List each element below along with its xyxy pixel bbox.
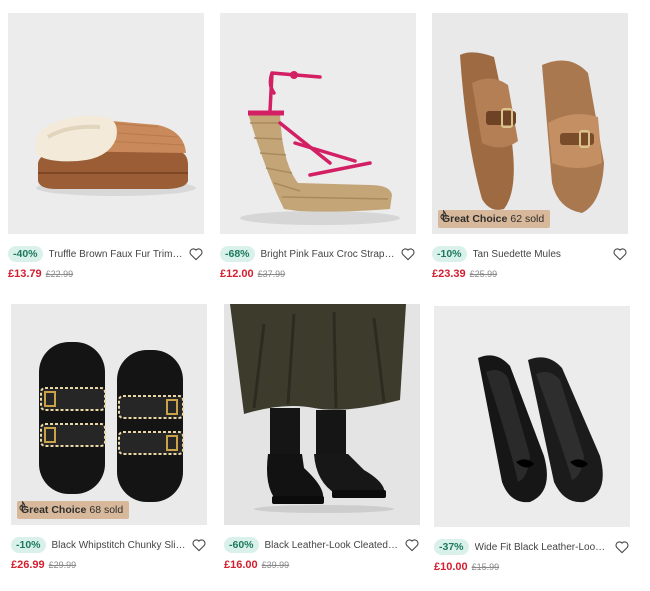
product-name-link[interactable]: Black Whipstitch Chunky Sliders xyxy=(52,540,187,551)
sale-price: £26.99 xyxy=(11,559,45,571)
sale-price: £16.00 xyxy=(224,559,258,571)
product-meta-row: -40% Truffle Brown Faux Fur Trim Sli... xyxy=(8,245,204,263)
price-row: £10.00 £15.99 xyxy=(434,561,499,575)
price-row: £12.00 £37.99 xyxy=(220,268,285,282)
discount-badge: -37% xyxy=(434,539,469,555)
product-meta-row: -10% Black Whipstitch Chunky Sliders xyxy=(11,536,207,554)
product-image-ballet-flats[interactable] xyxy=(434,306,630,527)
sold-count: 68 sold xyxy=(89,504,124,516)
wedge-sandal-illustration xyxy=(220,13,416,234)
product-name-link[interactable]: Bright Pink Faux Croc Strappy... xyxy=(261,249,396,260)
flame-icon xyxy=(19,501,26,511)
slipper-illustration xyxy=(8,13,204,234)
product-meta-row: -10% Tan Suedette Mules xyxy=(432,245,628,263)
product-meta-row: -37% Wide Fit Black Leather-Look B... xyxy=(434,538,630,556)
product-meta-row: -60% Black Leather-Look Cleated Bl... xyxy=(224,536,420,554)
sale-price: £13.79 xyxy=(8,268,42,280)
ballet-flats-illustration xyxy=(434,306,630,527)
heart-outline-icon[interactable] xyxy=(400,246,416,262)
heart-outline-icon[interactable] xyxy=(614,539,630,555)
sale-price: £23.39 xyxy=(432,268,466,280)
product-name-link[interactable]: Wide Fit Black Leather-Look B... xyxy=(475,542,610,553)
price-row: £16.00 £39.99 xyxy=(224,559,289,573)
chelsea-boots-illustration xyxy=(224,304,420,525)
great-choice-label: Great Choice xyxy=(442,213,508,225)
heart-outline-icon[interactable] xyxy=(191,537,207,553)
original-price: £22.99 xyxy=(45,269,74,279)
price-row: £26.99 £29.99 xyxy=(11,559,76,573)
discount-badge: -60% xyxy=(224,537,259,553)
discount-badge: -10% xyxy=(432,246,467,262)
product-image-sliders[interactable]: Great Choice 68 sold xyxy=(11,304,207,525)
original-price: £37.99 xyxy=(257,269,286,279)
original-price: £39.99 xyxy=(261,560,290,570)
heart-outline-icon[interactable] xyxy=(404,537,420,553)
great-choice-badge: Great Choice 62 sold xyxy=(438,210,551,228)
product-image-slippers[interactable] xyxy=(8,13,204,234)
sale-price: £10.00 xyxy=(434,561,468,573)
product-name-link[interactable]: Tan Suedette Mules xyxy=(473,249,608,260)
discount-badge: -10% xyxy=(11,537,46,553)
discount-badge: -68% xyxy=(220,246,255,262)
heart-outline-icon[interactable] xyxy=(612,246,628,262)
discount-badge: -40% xyxy=(8,246,43,262)
product-meta-row: -68% Bright Pink Faux Croc Strappy... xyxy=(220,245,416,263)
great-choice-badge: Great Choice 68 sold xyxy=(17,501,130,519)
product-image-mules[interactable]: Great Choice 62 sold xyxy=(432,13,628,234)
product-name-link[interactable]: Truffle Brown Faux Fur Trim Sli... xyxy=(49,249,184,260)
price-row: £23.39 £25.99 xyxy=(432,268,497,282)
great-choice-label: Great Choice xyxy=(21,504,87,516)
heart-outline-icon[interactable] xyxy=(188,246,204,262)
product-name-link[interactable]: Black Leather-Look Cleated Bl... xyxy=(265,540,400,551)
sold-count: 62 sold xyxy=(510,213,545,225)
original-price: £25.99 xyxy=(469,269,498,279)
product-image-boots[interactable] xyxy=(224,304,420,525)
price-row: £13.79 £22.99 xyxy=(8,268,73,282)
flame-icon xyxy=(440,210,447,220)
sliders-illustration xyxy=(11,304,207,525)
product-image-wedge[interactable] xyxy=(220,13,416,234)
original-price: £29.99 xyxy=(48,560,77,570)
sale-price: £12.00 xyxy=(220,268,254,280)
mules-illustration xyxy=(432,13,628,234)
original-price: £15.99 xyxy=(471,562,500,572)
